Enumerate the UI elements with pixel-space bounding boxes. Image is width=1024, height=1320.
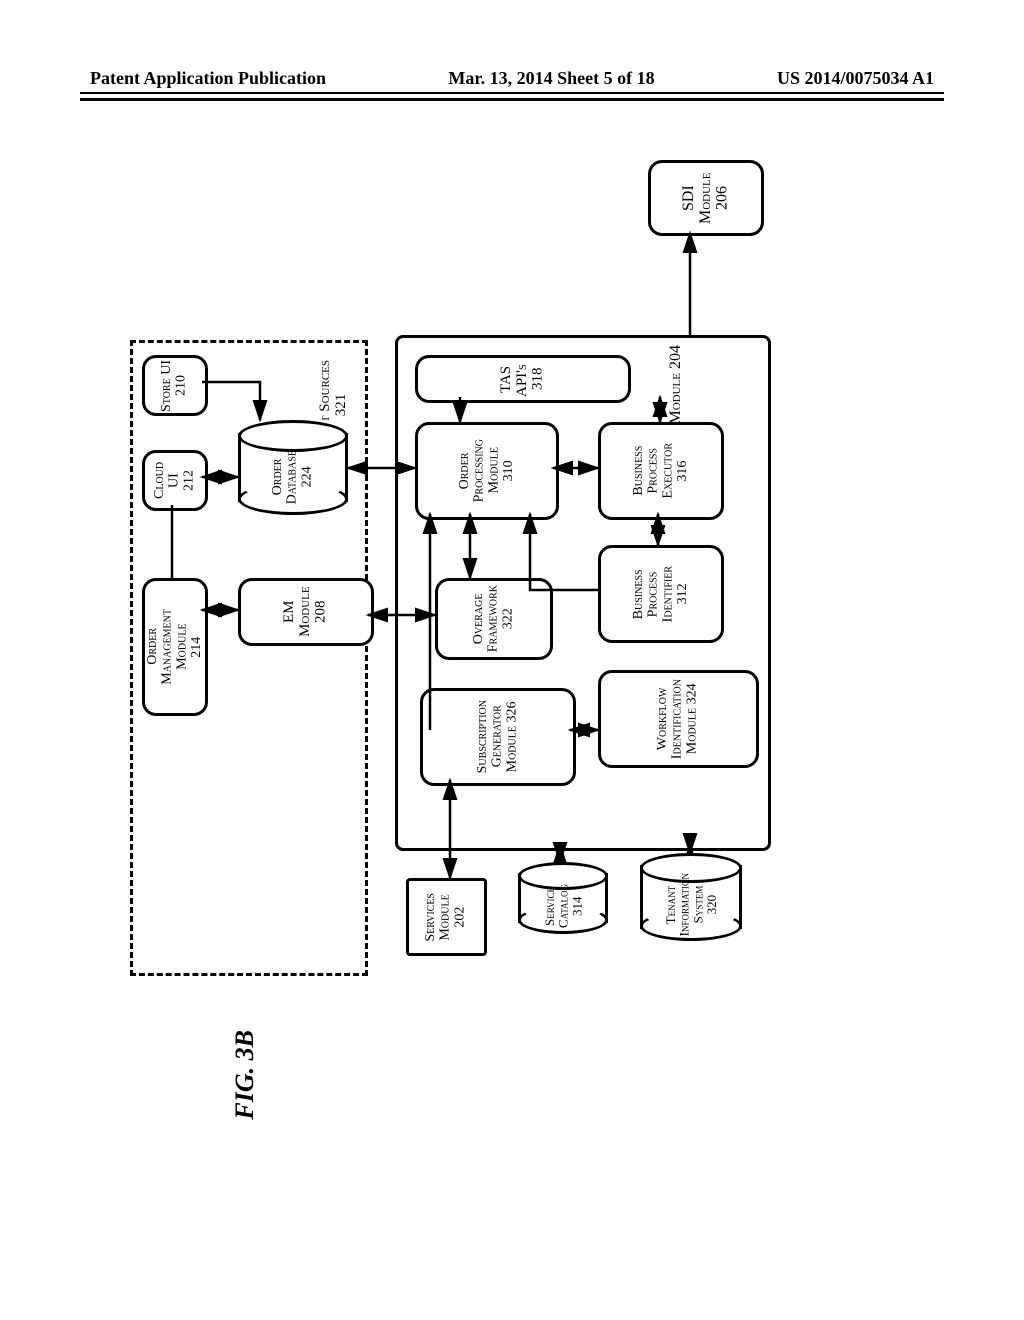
business-process-identifier-box: Business Process Identifier 312 [598,545,724,643]
business-process-executor-box: Business Process Executor 316 [598,422,724,520]
sdi-module-label: SDI Module [680,172,714,224]
order-database-cylinder: Order Database 224 [238,420,348,515]
tenant-info-cylinder: Tenant Information System 320 [640,853,742,941]
service-catalog-cylinder: Service Catalog 314 [518,862,608,934]
tas-apis-box: TAS API's 318 [415,355,631,403]
cloud-ui-box: Cloud UI 212 [142,450,208,511]
order-management-module-box: Order Management Module 214 [142,578,208,716]
workflow-identification-box: Workflow Identification Module 324 [598,670,759,768]
services-module-box: Services Module 202 [406,878,487,956]
store-ui-box: Store UI 210 [142,355,208,416]
order-processing-module-box: Order Processing Module 310 [415,422,559,520]
figure-caption: FIG. 3B [230,1030,260,1127]
header-left: Patent Application Publication [90,68,326,89]
header-rule-thin [80,92,944,94]
page: Patent Application Publication Mar. 13, … [0,0,1024,1320]
header-rule-thick [80,98,944,101]
sdi-module-num: 206 [713,186,730,210]
overage-framework-box: Overage Framework 322 [435,578,553,660]
sdi-module-box: SDI Module 206 [648,160,764,236]
subscription-generator-box: Subscription Generator Module 326 [420,688,576,786]
patent-header: Patent Application Publication Mar. 13, … [90,68,934,89]
header-center: Mar. 13, 2014 Sheet 5 of 18 [448,68,654,89]
em-module-box: EM Module 208 [238,578,374,646]
figure-3b-diagram: SDI Module 206 TAS Module 204 TAS API's … [130,160,780,1160]
header-right: US 2014/0075034 A1 [777,68,934,89]
